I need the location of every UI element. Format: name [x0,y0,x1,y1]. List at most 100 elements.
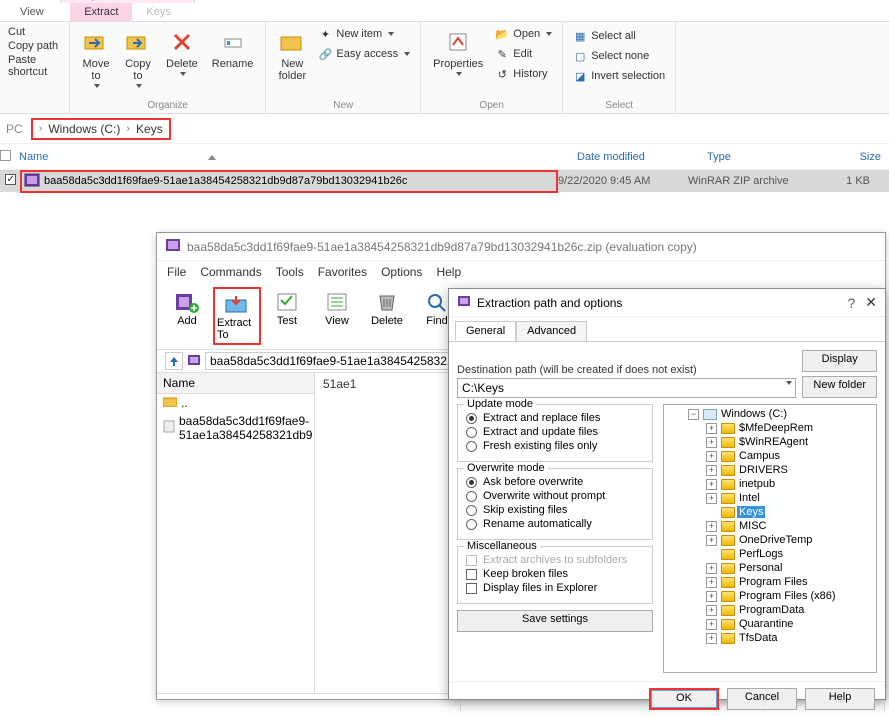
folder-icon [163,396,177,410]
up-button[interactable] [165,352,183,370]
history-button[interactable]: ↺History [493,66,554,82]
winrar-file-list: Name .. baa58da5c3dd1f69fae9-51ae1a38454… [157,373,315,693]
select-none-icon: ▢ [573,49,587,63]
destination-label: Destination path (will be created if doe… [457,364,796,376]
tab-placeholder: Keys [132,3,184,21]
display-button[interactable]: Display [802,350,877,372]
column-header[interactable]: Name Date modified Type Size [0,144,889,170]
ribbon: Cut Copy path Paste shortcut Move to Cop… [0,22,889,114]
organize-group-label: Organize [78,98,257,111]
tree-item[interactable]: +$WinREAgent [666,435,874,449]
dialog-titlebar[interactable]: Extraction path and options ? ✕ [449,289,885,317]
delete-button[interactable]: Delete [162,26,202,78]
move-to-icon [82,28,110,56]
trash-icon [371,289,403,315]
paste-shortcut-item[interactable]: Paste shortcut [8,54,61,78]
extract-tab[interactable]: Extract [70,3,132,21]
tree-item[interactable]: +TfsData [666,631,874,645]
view-button[interactable]: View [313,287,361,345]
properties-icon [444,28,472,56]
test-button[interactable]: Test [263,287,311,345]
menu-commands[interactable]: Commands [200,265,261,279]
radio-skip-existing[interactable]: Skip existing files [466,503,644,517]
select-group-label: Select [571,98,667,111]
list-item[interactable]: .. [157,394,314,412]
new-item-button[interactable]: ✦New item [316,26,412,42]
tree-item[interactable]: +Campus [666,449,874,463]
destination-input[interactable] [457,378,796,398]
tree-item[interactable]: +DRIVERS [666,463,874,477]
copy-path-item[interactable]: Copy path [8,40,61,52]
help-icon[interactable]: ? [847,295,855,311]
chevron-down-icon[interactable] [786,381,792,385]
tree-item[interactable]: +$MfeDeepRem [666,421,874,435]
ok-button[interactable]: OK [649,688,719,710]
properties-button[interactable]: Properties [429,26,487,78]
radio-ask-overwrite[interactable]: Ask before overwrite [466,475,644,489]
new-folder-button-dlg[interactable]: New folder [802,376,877,398]
radio-fresh-existing[interactable]: Fresh existing files only [466,439,644,453]
check-keep-broken[interactable]: Keep broken files [466,567,644,581]
easy-access-button[interactable]: 🔗Easy access [316,46,412,62]
tab-advanced[interactable]: Advanced [516,321,587,341]
radio-rename-auto[interactable]: Rename automatically [466,517,644,531]
tree-item[interactable]: +OneDriveTemp [666,533,874,547]
menu-options[interactable]: Options [381,265,422,279]
new-folder-button[interactable]: New folder [274,26,310,84]
tree-item[interactable]: +Personal [666,561,874,575]
breadcrumb-drive[interactable]: Windows (C:) [48,122,120,136]
view-icon [321,289,353,315]
invert-selection-button[interactable]: ◪Invert selection [571,68,667,84]
tree-item[interactable]: +MISC [666,519,874,533]
add-button[interactable]: Add [163,287,211,345]
cancel-button[interactable]: Cancel [727,688,797,710]
new-group-label: New [274,98,412,111]
rename-icon [219,28,247,56]
close-icon[interactable]: ✕ [865,294,877,311]
row-checkbox[interactable]: ✓ [0,174,20,188]
move-to-button[interactable]: Move to [78,26,114,90]
add-icon [171,289,203,315]
menu-file[interactable]: File [167,265,186,279]
tree-item[interactable]: +inetpub [666,477,874,491]
winrar-titlebar[interactable]: baa58da5c3dd1f69fae9-51ae1a38454258321db… [157,233,885,261]
copy-to-button[interactable]: Copy to [120,26,156,90]
tree-item[interactable]: +Program Files (x86) [666,589,874,603]
select-all-button[interactable]: ▦Select all [571,28,667,44]
dialog-title-text: Extraction path and options [477,296,622,310]
tree-item[interactable]: +ProgramData [666,603,874,617]
breadcrumb[interactable]: › Windows (C:) › Keys [31,118,171,140]
tab-general[interactable]: General [455,321,516,341]
view-tab[interactable]: View [6,3,58,21]
cut-item[interactable]: Cut [8,26,61,38]
rename-button[interactable]: Rename [208,26,258,72]
help-button[interactable]: Help [805,688,875,710]
menu-favorites[interactable]: Favorites [318,265,367,279]
list-item[interactable]: baa58da5c3dd1f69fae9-51ae1a38454258321db… [157,412,314,444]
radio-extract-update[interactable]: Extract and update files [466,425,644,439]
check-display-explorer[interactable]: Display files in Explorer [466,581,644,595]
breadcrumb-folder[interactable]: Keys [136,122,163,136]
tree-item[interactable]: PerfLogs [666,547,874,561]
folder-tree[interactable]: −Windows (C:)+$MfeDeepRem+$WinREAgent+Ca… [663,404,877,673]
extract-to-icon [221,291,253,317]
edit-button[interactable]: ✎Edit [493,46,554,62]
open-button[interactable]: 📂Open [493,26,554,42]
radio-extract-replace[interactable]: Extract and replace files [466,411,644,425]
tree-drive[interactable]: −Windows (C:) [666,407,874,421]
tree-item[interactable]: Keys [666,505,874,519]
table-row[interactable]: ✓ baa58da5c3dd1f69fae9-51ae1a38454258321… [0,170,889,192]
menu-help[interactable]: Help [436,265,461,279]
save-settings-button[interactable]: Save settings [457,610,653,632]
radio-overwrite-noprompt[interactable]: Overwrite without prompt [466,489,644,503]
tree-item[interactable]: +Quarantine [666,617,874,631]
winrar-menu: File Commands Tools Favorites Options He… [157,261,885,283]
select-none-button[interactable]: ▢Select none [571,48,667,64]
update-mode-group: Update mode Extract and replace files Ex… [457,404,653,462]
tree-item[interactable]: +Intel [666,491,874,505]
tree-item[interactable]: +Program Files [666,575,874,589]
menu-tools[interactable]: Tools [276,265,304,279]
winrar-delete-button[interactable]: Delete [363,287,411,345]
winrar-list-header[interactable]: Name [157,373,314,394]
extract-to-button[interactable]: Extract To [213,287,261,345]
